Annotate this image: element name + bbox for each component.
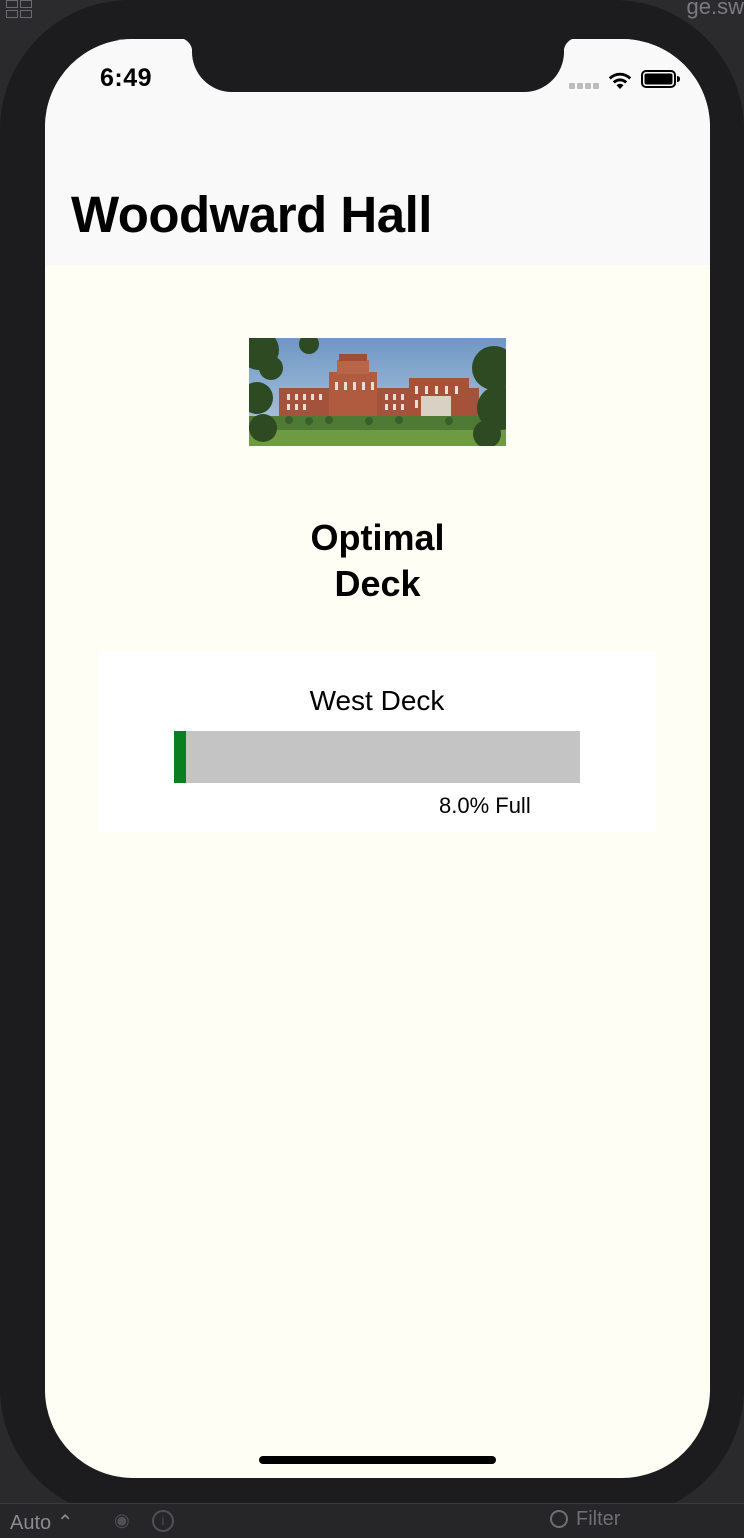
deck-name: West Deck: [309, 685, 445, 716]
filter-icon: [550, 1510, 568, 1528]
occupancy-bar: [174, 731, 580, 783]
status-time: 6:49: [100, 64, 153, 92]
battery-icon: [641, 70, 680, 88]
xcode-debug-bar: Auto ⌃ ◉ i Filter: [0, 1503, 744, 1538]
signal-icon: [569, 83, 599, 89]
file-tab[interactable]: ge.sw: [687, 0, 744, 20]
iphone-device-frame: 6:49 Woodward Hall Optimal Deck West Dec…: [0, 0, 744, 1518]
building-photo: [249, 338, 506, 446]
appearance-label: Auto: [10, 1512, 52, 1534]
info-icon[interactable]: i: [152, 1510, 174, 1532]
filter-field[interactable]: Filter: [550, 1508, 620, 1531]
heading-line-1: Optimal: [310, 517, 445, 558]
page-title: Woodward Hall: [71, 186, 432, 243]
grid-icon[interactable]: [6, 0, 32, 18]
occupancy-caption: 8.0% Full: [439, 793, 531, 818]
app-screen: 6:49 Woodward Hall Optimal Deck West Dec…: [45, 39, 710, 1478]
filter-placeholder: Filter: [576, 1508, 621, 1530]
home-indicator[interactable]: [259, 1456, 496, 1464]
notch: [178, 38, 578, 92]
optimal-deck-heading: Optimal Deck: [45, 515, 710, 607]
occupancy-bar-fill: [174, 731, 187, 783]
heading-line-2: Deck: [334, 563, 421, 604]
eye-icon[interactable]: ◉: [114, 1510, 144, 1532]
deck-card[interactable]: West Deck 8.0% Full: [98, 652, 656, 832]
appearance-selector[interactable]: Auto ⌃: [10, 1510, 73, 1535]
wifi-icon: [608, 72, 632, 89]
